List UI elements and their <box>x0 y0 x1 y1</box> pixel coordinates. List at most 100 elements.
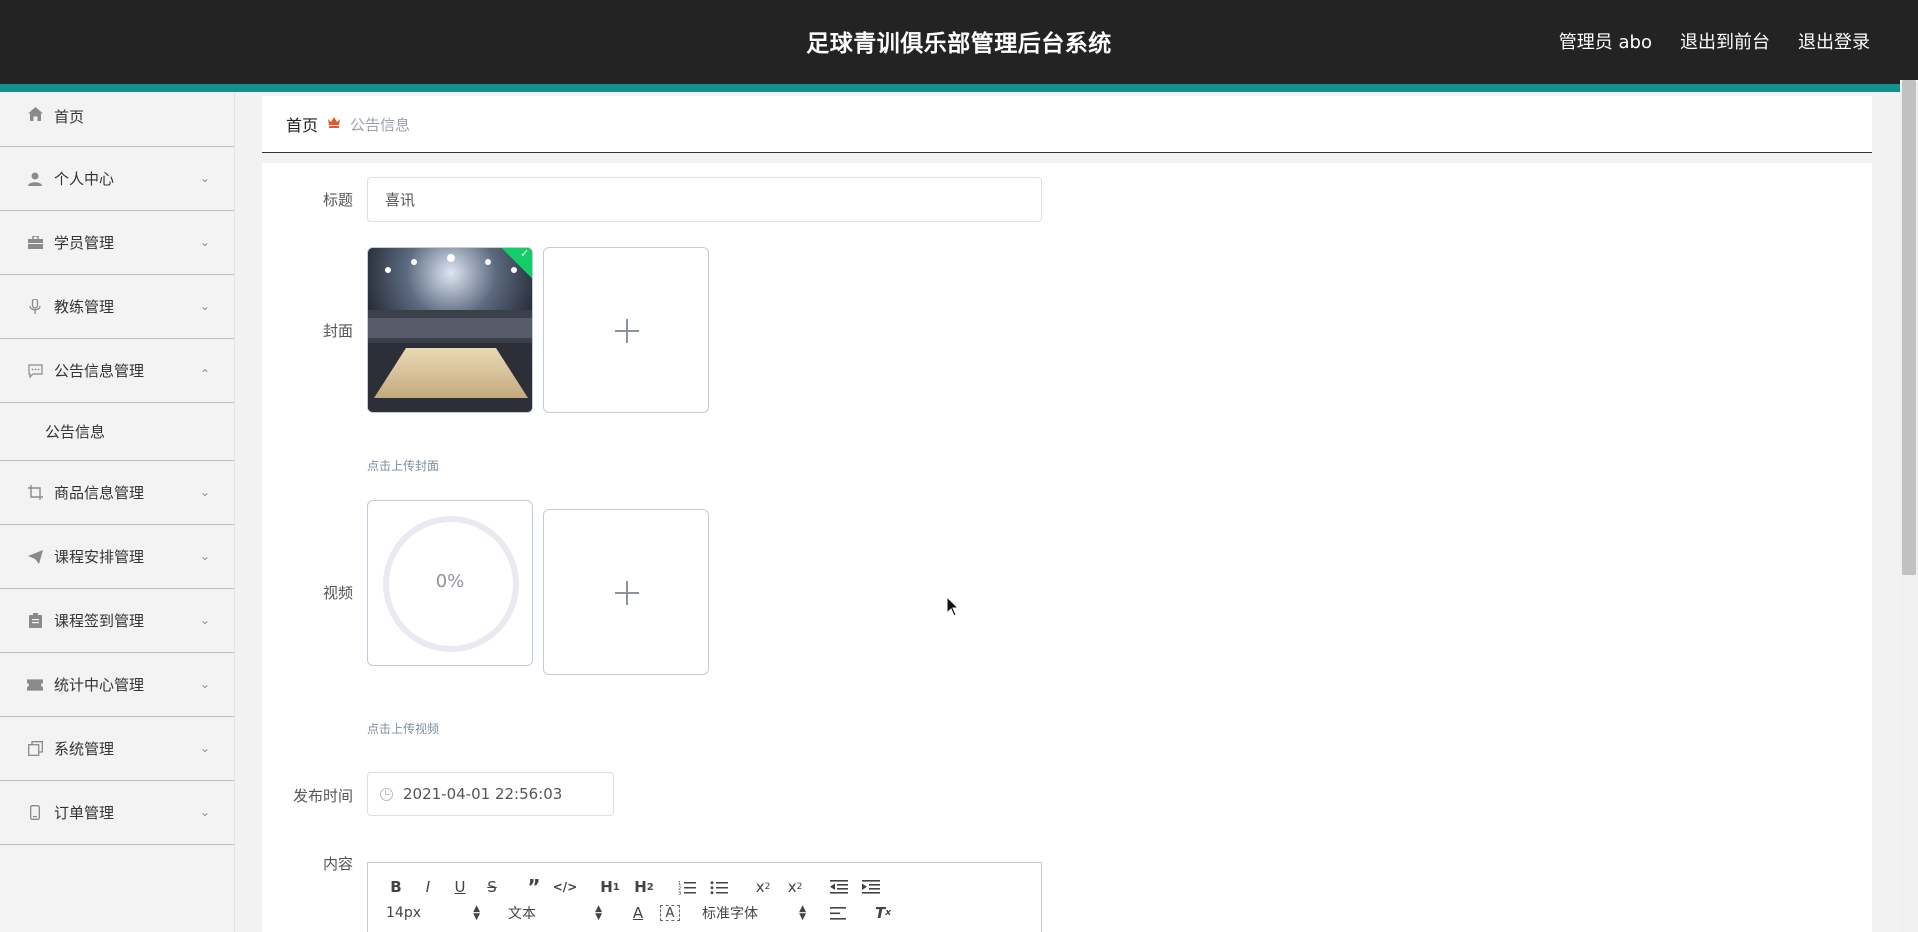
top-accent-bar <box>0 84 1918 92</box>
content-label: 内容 <box>322 855 353 873</box>
chevron-down-icon: ⌄ <box>199 676 210 691</box>
top-links: 管理员 abo 退出到前台 退出登录 <box>1559 28 1870 54</box>
clock-icon <box>380 787 393 801</box>
bold-button[interactable]: B <box>386 876 406 898</box>
title-input[interactable]: 喜讯 <box>367 177 1042 222</box>
font-family-select[interactable]: 标准字体 ▲ ▼ <box>702 902 806 924</box>
chevron-down-icon: ⌄ <box>199 234 210 249</box>
header-2-button[interactable]: H2 <box>632 876 656 898</box>
font-color-button[interactable]: A <box>628 902 648 924</box>
rich-text-editor: B I U S ” </> H1 H2 123 x2 x2 14px ▲ ▼ 文本 ▲… <box>367 862 1042 932</box>
editor-toolbar-row-1: B I U S ” </> H1 H2 123 x2 x2 <box>386 875 882 899</box>
sidebar-item-label: 统计中心管理 <box>54 676 145 694</box>
plus-icon-vertical <box>626 319 628 343</box>
copy-icon <box>27 741 43 757</box>
bullet-list-button[interactable] <box>708 876 730 898</box>
sidebar-item-home[interactable]: 首页 <box>0 92 234 147</box>
sidebar-item-orders[interactable]: 订单管理 ⌄ <box>0 781 234 845</box>
select-arrows-icon: ▲ ▼ <box>595 904 602 922</box>
header-1-button[interactable]: H1 <box>598 876 622 898</box>
plus-icon-vertical <box>626 581 628 605</box>
exit-to-front-link[interactable]: 退出到前台 <box>1680 28 1770 54</box>
header-select[interactable]: 文本 ▲ ▼ <box>508 902 602 924</box>
crop-icon <box>27 485 43 501</box>
background-color-button[interactable]: A <box>660 905 680 921</box>
cover-upload-button[interactable] <box>543 247 709 413</box>
italic-button[interactable]: I <box>418 876 438 898</box>
cover-label: 封面 <box>322 322 353 340</box>
breadcrumb-home[interactable]: 首页 <box>286 112 318 136</box>
publish-time-picker[interactable]: 2021-04-01 22:56:03 <box>367 772 614 816</box>
chevron-down-icon: ⌄ <box>199 548 210 563</box>
publish-time-label: 发布时间 <box>292 787 353 805</box>
chevron-down-icon: ⌄ <box>199 484 210 499</box>
logout-link[interactable]: 退出登录 <box>1798 28 1870 54</box>
scrollbar-thumb[interactable] <box>1902 80 1916 575</box>
briefcase-icon <box>27 235 43 251</box>
sidebar-item-label: 公告信息管理 <box>54 362 145 380</box>
outdent-button[interactable] <box>828 876 850 898</box>
sidebar-item-label: 课程安排管理 <box>54 548 145 566</box>
title-label: 标题 <box>322 191 353 209</box>
align-button[interactable] <box>828 902 848 924</box>
sidebar-item-schedule[interactable]: 课程安排管理 ⌄ <box>0 525 234 589</box>
font-family-value: 标准字体 <box>702 906 758 922</box>
chevron-down-icon: ⌄ <box>199 170 210 185</box>
sidebar-item-label: 系统管理 <box>54 740 115 758</box>
cover-hint: 点击上传封面 <box>367 459 440 473</box>
title-input-value: 喜讯 <box>385 191 416 209</box>
clipboard-icon <box>27 613 43 629</box>
admin-user-link[interactable]: 管理员 abo <box>1559 28 1652 54</box>
blockquote-button[interactable]: ” <box>524 875 544 899</box>
video-upload-button[interactable] <box>543 509 709 675</box>
mouse-cursor-icon <box>946 596 960 617</box>
ordered-list-button[interactable]: 123 <box>676 876 698 898</box>
font-size-select[interactable]: 14px ▲ ▼ <box>386 902 480 924</box>
svg-text:3: 3 <box>678 891 681 895</box>
sidebar-item-label: 课程签到管理 <box>54 612 145 630</box>
sidebar-item-students[interactable]: 学员管理 ⌄ <box>0 211 234 275</box>
sidebar-item-personal[interactable]: 个人中心 ⌄ <box>0 147 234 211</box>
publish-time-value: 2021-04-01 22:56:03 <box>403 785 563 803</box>
sidebar-item-label: 首页 <box>54 108 85 126</box>
sidebar-item-system[interactable]: 系统管理 ⌄ <box>0 717 234 781</box>
strike-button[interactable]: S <box>482 876 502 898</box>
superscript-button[interactable]: x2 <box>784 876 806 898</box>
page-scrollbar[interactable] <box>1900 80 1918 932</box>
editor-toolbar-row-2: 14px ▲ ▼ 文本 ▲ ▼ A A 标准字体 ▲ ▼ Tx <box>386 902 894 924</box>
sidebar-item-label: 订单管理 <box>54 804 115 822</box>
code-block-button[interactable]: </> <box>553 876 578 898</box>
sidebar-subitem-notice-info[interactable]: 公告信息 <box>0 403 234 461</box>
indent-button[interactable] <box>860 876 882 898</box>
chevron-up-icon: ⌃ <box>199 366 210 381</box>
sidebar-item-products[interactable]: 商品信息管理 ⌄ <box>0 461 234 525</box>
arena-image <box>368 248 532 412</box>
microphone-icon <box>27 299 43 315</box>
sidebar-item-checkin[interactable]: 课程签到管理 ⌄ <box>0 589 234 653</box>
sidebar-item-coaches[interactable]: 教练管理 ⌄ <box>0 275 234 339</box>
select-arrows-icon: ▲ ▼ <box>799 904 806 922</box>
chevron-down-icon: ⌄ <box>199 804 210 819</box>
select-arrows-icon: ▲ ▼ <box>473 904 480 922</box>
chevron-down-icon: ⌄ <box>199 740 210 755</box>
subscript-button[interactable]: x2 <box>752 876 774 898</box>
sidebar-item-label: 商品信息管理 <box>54 484 145 502</box>
chat-icon <box>27 363 43 379</box>
clear-format-button[interactable]: Tx <box>872 902 894 924</box>
home-icon <box>27 106 43 122</box>
underline-button[interactable]: U <box>450 876 470 898</box>
sidebar-item-label: 学员管理 <box>54 234 115 252</box>
cover-thumbnail[interactable]: ✓ <box>367 247 533 413</box>
progress-text: 0% <box>435 571 465 592</box>
sidebar: 首页 个人中心 ⌄ 学员管理 ⌄ 教练管理 ⌄ 公告信息管理 ⌃ 公告信息 商品… <box>0 92 235 932</box>
chevron-down-icon: ⌄ <box>199 612 210 627</box>
paper-plane-icon <box>27 549 43 565</box>
ticket-icon <box>27 677 43 693</box>
video-upload-progress: 0% <box>367 500 533 666</box>
sidebar-item-notices[interactable]: 公告信息管理 ⌃ <box>0 339 234 403</box>
breadcrumb: 首页 公告信息 <box>262 96 1872 153</box>
sidebar-item-statistics[interactable]: 统计中心管理 ⌄ <box>0 653 234 717</box>
breadcrumb-current: 公告信息 <box>350 115 411 134</box>
video-label: 视频 <box>322 584 353 602</box>
check-icon: ✓ <box>520 247 530 260</box>
